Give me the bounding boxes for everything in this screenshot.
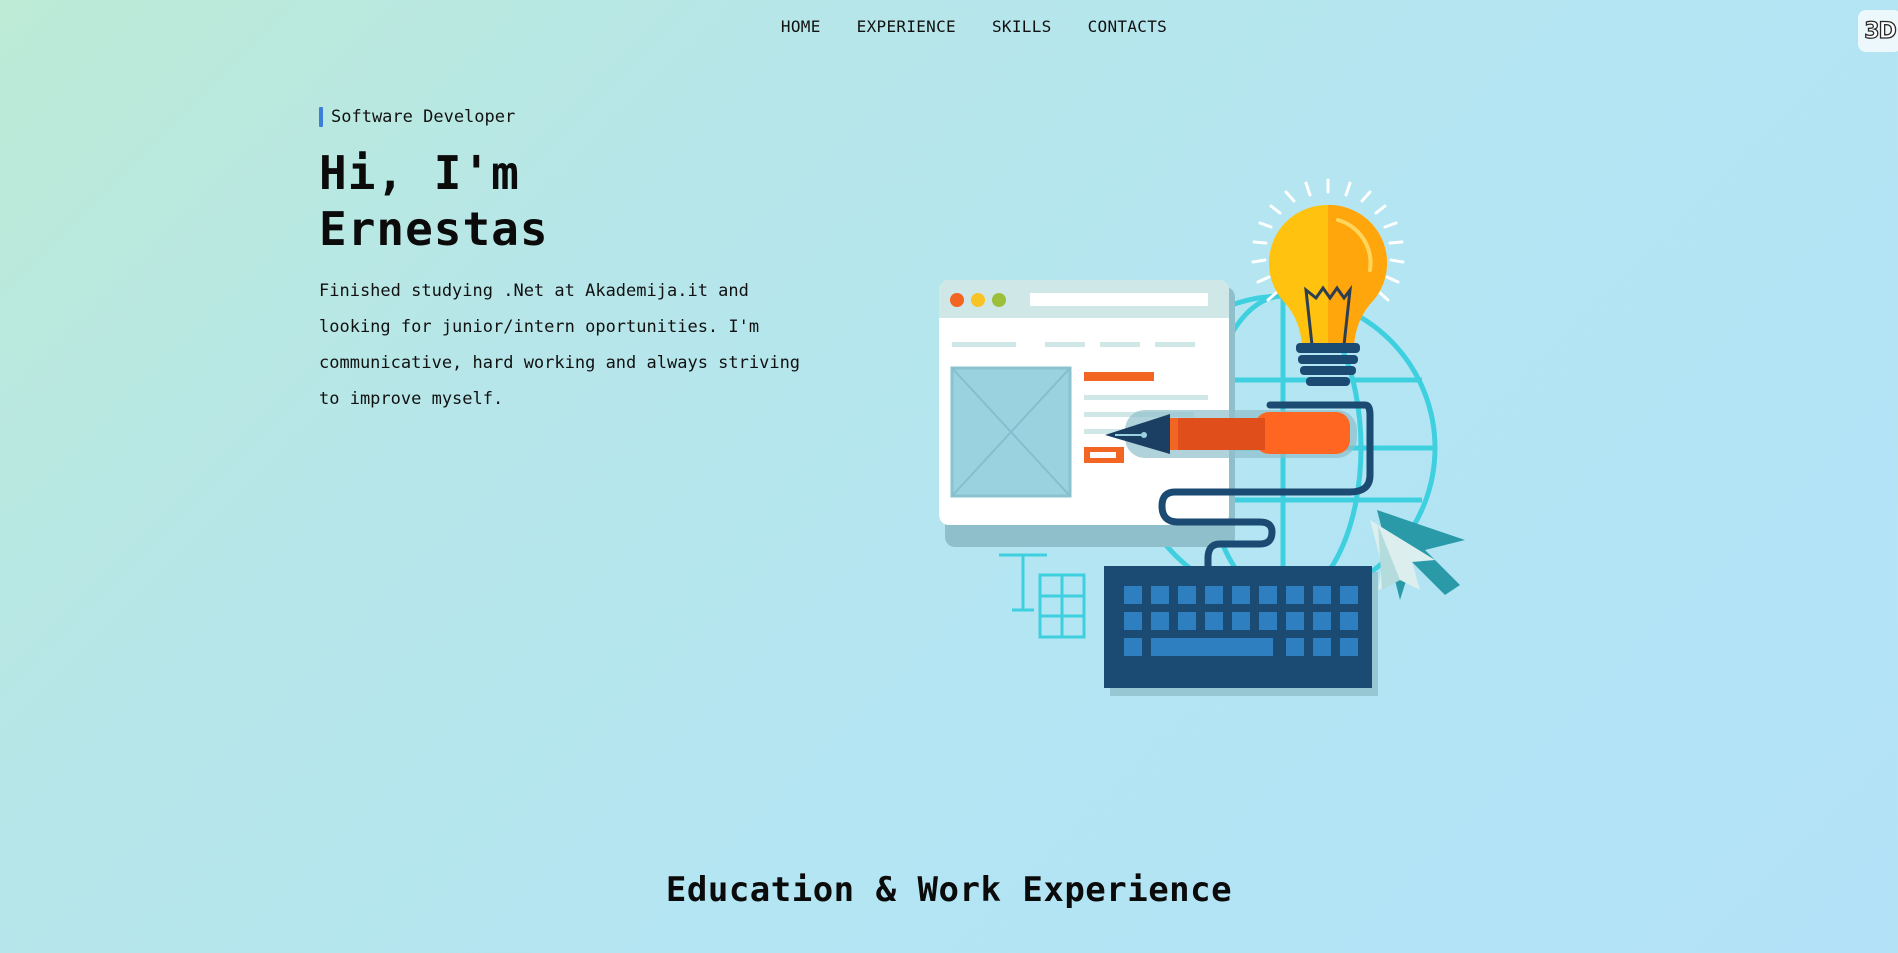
experience-section-title: Education & Work Experience [665,870,1233,910]
lightbulb-icon [1251,178,1405,386]
text-table-icon [999,553,1086,639]
hero-description: Finished studying .Net at Akademija.it a… [319,281,801,409]
nav-home-link[interactable]: HOME [781,17,821,36]
3d-toggle-button[interactable]: 3D [1858,10,1898,52]
top-nav: HOME EXPERIENCE SKILLS CONTACTS [0,17,1898,36]
accent-bar [319,107,323,127]
hero-title-line2: Ernestas [319,202,549,256]
role-tag: Software Developer [319,107,839,127]
hero-intro: Software Developer Hi, I'm Ernestas Fini… [319,107,839,417]
nav-experience-link[interactable]: EXPERIENCE [857,17,956,36]
role-label: Software Developer [331,107,516,127]
pen-icon [1105,410,1357,458]
hero-title-line1: Hi, I'm [319,146,520,200]
hero-title: Hi, I'm Ernestas [319,145,839,257]
nav-contacts-link[interactable]: CONTACTS [1088,17,1167,36]
nav-skills-link[interactable]: SKILLS [992,17,1052,36]
keyboard-icon [1104,566,1378,696]
web-development-illustration [930,170,1480,710]
